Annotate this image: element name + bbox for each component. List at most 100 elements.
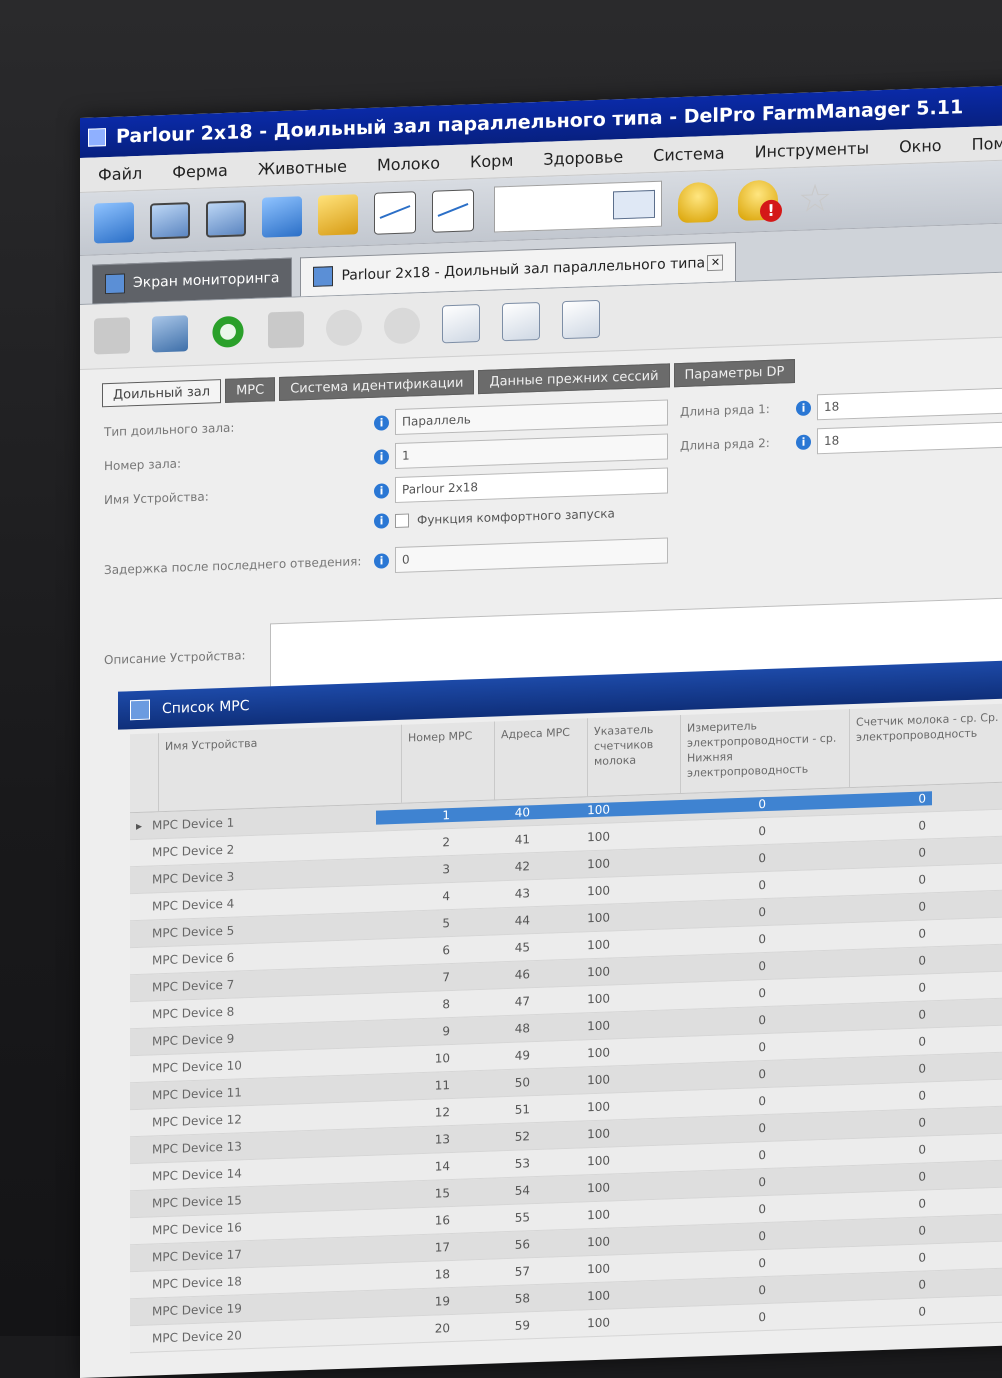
menu-milk[interactable]: Молоко [377,153,440,174]
cell-mpc-number[interactable]: 14 [376,1159,456,1176]
cell-conductivity[interactable]: 0 [616,1094,772,1113]
cell-mpc-address[interactable]: 56 [456,1237,536,1254]
cell-conductivity[interactable]: 0 [616,851,772,870]
cell-mpc-address[interactable]: 45 [456,940,536,957]
arrow-down-icon[interactable] [384,307,420,345]
cell-conductivity[interactable]: 0 [616,1148,772,1167]
cell-mpc-number[interactable]: 3 [376,862,456,879]
cell-milk-counter[interactable]: 0 [772,1223,932,1243]
cell-milk-counter[interactable]: 0 [772,872,932,892]
cell-device-name[interactable]: MPC Device 8 [146,1000,376,1022]
cell-milk-meter-pointer[interactable]: 100 [536,937,616,954]
cell-device-name[interactable]: MPC Device 1 [146,811,376,833]
refresh-icon[interactable] [210,313,246,351]
cell-milk-meter-pointer[interactable]: 100 [536,1180,616,1197]
cell-milk-meter-pointer[interactable]: 100 [536,829,616,846]
cell-milk-counter[interactable]: 0 [772,899,932,919]
cell-mpc-address[interactable]: 47 [456,994,536,1011]
cell-mpc-number[interactable]: 8 [376,997,456,1014]
info-icon[interactable]: i [374,448,389,465]
parlour-type-field[interactable]: Параллель [395,399,668,435]
cell-device-name[interactable]: MPC Device 11 [146,1081,376,1103]
cell-mpc-number[interactable]: 15 [376,1186,456,1203]
cell-milk-counter[interactable]: 0 [772,980,932,1000]
cell-milk-meter-pointer[interactable]: 100 [536,856,616,873]
menu-farm[interactable]: Ферма [172,160,228,181]
cell-conductivity[interactable]: 0 [616,878,772,897]
export-icon[interactable] [562,299,600,340]
row1-length-field[interactable]: 18 [817,387,1002,421]
cell-milk-counter[interactable]: 0 [772,1034,932,1054]
menu-window[interactable]: Окно [899,135,942,155]
cell-mpc-address[interactable]: 52 [456,1129,536,1146]
cell-milk-meter-pointer[interactable]: 100 [536,1126,616,1143]
cell-device-name[interactable]: MPC Device 16 [146,1216,376,1238]
cell-mpc-address[interactable]: 58 [456,1291,536,1308]
cell-mpc-address[interactable]: 44 [456,913,536,930]
cell-device-name[interactable]: MPC Device 18 [146,1270,376,1292]
cell-mpc-number[interactable]: 13 [376,1132,456,1149]
cell-mpc-number[interactable]: 18 [376,1267,456,1284]
cell-device-name[interactable]: MPC Device 6 [146,946,376,968]
cell-mpc-number[interactable]: 17 [376,1240,456,1257]
alarm-bell-icon[interactable] [738,179,778,222]
cell-mpc-address[interactable]: 46 [456,967,536,984]
cell-milk-counter[interactable]: 0 [772,1142,932,1162]
cell-milk-meter-pointer[interactable]: 100 [536,1045,616,1062]
cell-conductivity[interactable]: 0 [616,1040,772,1059]
cell-mpc-address[interactable]: 40 [456,805,536,822]
cell-milk-counter[interactable]: 0 [772,1250,932,1270]
cell-milk-counter[interactable]: 0 [772,791,932,811]
cell-milk-counter[interactable]: 0 [772,1007,932,1027]
info-icon[interactable]: i [374,482,389,499]
cell-milk-meter-pointer[interactable]: 100 [536,883,616,900]
cell-mpc-address[interactable]: 42 [456,859,536,876]
info-icon[interactable]: i [374,414,389,431]
cell-milk-meter-pointer[interactable]: 100 [536,1288,616,1305]
menu-animals[interactable]: Животные [258,156,347,178]
cell-mpc-address[interactable]: 54 [456,1183,536,1200]
cell-conductivity[interactable]: 0 [616,986,772,1005]
close-tab-icon[interactable]: ✕ [707,254,724,272]
cell-milk-counter[interactable]: 0 [772,926,932,946]
cell-milk-counter[interactable]: 0 [772,1061,932,1081]
help-icon[interactable] [268,311,304,349]
cell-milk-counter[interactable]: 0 [772,953,932,973]
col-mpc-number[interactable]: Номер MPC [402,721,495,803]
cell-device-name[interactable]: MPC Device 4 [146,892,376,914]
cell-mpc-number[interactable]: 4 [376,889,456,906]
cell-milk-counter[interactable]: 0 [772,1115,932,1135]
cell-device-name[interactable]: MPC Device 10 [146,1054,376,1076]
delay-field[interactable]: 0 [395,537,668,573]
comfort-start-checkbox[interactable] [395,513,409,528]
cell-mpc-number[interactable]: 1 [376,807,456,825]
cell-milk-meter-pointer[interactable]: 100 [536,1234,616,1251]
cell-device-name[interactable]: MPC Device 14 [146,1162,376,1184]
cell-mpc-address[interactable]: 50 [456,1075,536,1092]
cell-device-name[interactable]: MPC Device 13 [146,1135,376,1157]
info-icon[interactable]: i [796,399,811,416]
cell-mpc-number[interactable]: 20 [376,1321,456,1338]
cell-mpc-number[interactable]: 6 [376,943,456,960]
cell-mpc-address[interactable]: 53 [456,1156,536,1173]
cell-device-name[interactable]: MPC Device 12 [146,1108,376,1130]
row2-length-field[interactable]: 18 [817,421,1002,455]
print-icon[interactable] [502,301,540,342]
tab-monitoring[interactable]: Экран мониторинга [92,257,293,304]
cell-conductivity[interactable]: 0 [616,905,772,924]
id-card-icon[interactable] [613,189,655,220]
cell-mpc-number[interactable]: 12 [376,1105,456,1122]
cell-milk-meter-pointer[interactable]: 100 [536,1261,616,1278]
cell-device-name[interactable]: MPC Device 20 [146,1324,376,1346]
cell-mpc-number[interactable]: 5 [376,916,456,933]
cell-mpc-address[interactable]: 49 [456,1048,536,1065]
cell-milk-meter-pointer[interactable]: 100 [536,1099,616,1116]
animal-search-input[interactable] [494,180,662,233]
cell-milk-meter-pointer[interactable]: 100 [536,1072,616,1089]
cell-mpc-address[interactable]: 43 [456,886,536,903]
cell-conductivity[interactable]: 0 [616,1202,772,1221]
cell-mpc-address[interactable]: 55 [456,1210,536,1227]
device-name-field[interactable]: Parlour 2x18 [395,467,668,503]
cell-milk-meter-pointer[interactable]: 100 [536,1018,616,1035]
line-chart-icon[interactable] [432,189,474,233]
